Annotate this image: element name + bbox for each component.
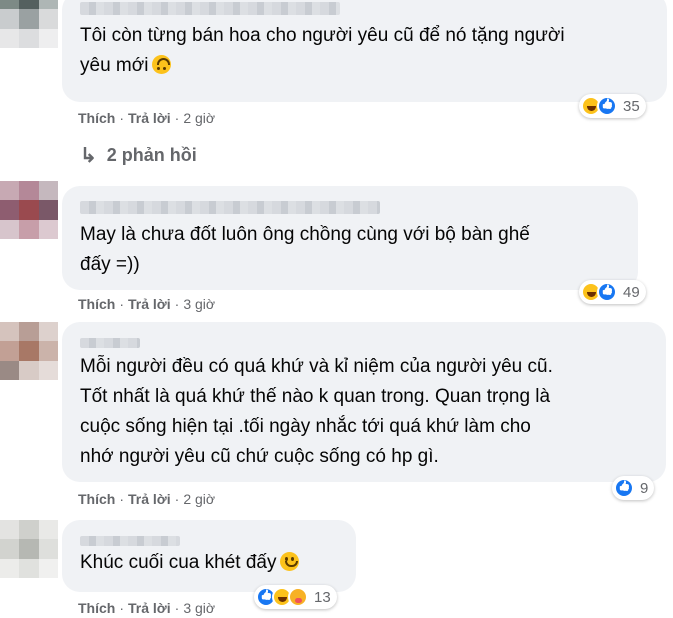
reply-link[interactable]: Trả lời <box>128 600 171 616</box>
comment-bubble: Khúc cuối cua khét đấy <box>62 520 356 592</box>
avatar[interactable] <box>0 181 58 239</box>
reaction-summary[interactable]: 35 <box>579 94 646 118</box>
comment-time[interactable]: 3 giờ <box>183 600 215 616</box>
comment-time[interactable]: 2 giờ <box>183 110 215 126</box>
reply-link[interactable]: Trả lời <box>128 110 171 126</box>
care-reaction-icon <box>288 587 308 607</box>
comment-actions: Thích · Trả lời · 2 giờ <box>78 110 216 126</box>
commenter-name-blurred[interactable] <box>80 536 180 546</box>
upside-down-face-icon <box>152 55 172 74</box>
comment-text: May là chưa đốt luôn ông chồng cùng với … <box>80 224 530 275</box>
smiling-face-icon <box>280 552 300 571</box>
comment-bubble: Tôi còn từng bán hoa cho người yêu cũ để… <box>62 0 667 102</box>
comment-time[interactable]: 2 giờ <box>183 491 215 507</box>
reaction-summary[interactable]: 13 <box>254 585 337 609</box>
comment-actions: Thích · Trả lời · 3 giờ <box>78 600 216 616</box>
comment-actions: Thích · Trả lời · 2 giờ <box>78 491 216 507</box>
like-link[interactable]: Thích <box>78 110 115 126</box>
commenter-name-blurred[interactable] <box>80 201 380 214</box>
reaction-count: 13 <box>314 588 331 606</box>
like-reaction-icon <box>614 478 634 498</box>
view-replies-link[interactable]: ↳ 2 phản hồi <box>80 143 197 168</box>
reply-link[interactable]: Trả lời <box>128 296 171 312</box>
comment-text: Tôi còn từng bán hoa cho người yêu cũ để… <box>80 25 565 76</box>
reaction-count: 35 <box>623 97 640 115</box>
reaction-summary[interactable]: 49 <box>579 280 646 304</box>
commenter-name-blurred[interactable] <box>80 338 140 348</box>
comment-bubble: May là chưa đốt luôn ông chồng cùng với … <box>62 186 638 290</box>
like-link[interactable]: Thích <box>78 600 115 616</box>
commenter-name-blurred[interactable] <box>80 2 340 15</box>
avatar[interactable] <box>0 520 58 578</box>
comment-text: Khúc cuối cua khét đấy <box>80 548 340 578</box>
avatar[interactable] <box>0 0 58 48</box>
comment-actions: Thích · Trả lời · 3 giờ <box>78 296 216 312</box>
like-link[interactable]: Thích <box>78 296 115 312</box>
reply-link[interactable]: Trả lời <box>128 491 171 507</box>
like-link[interactable]: Thích <box>78 491 115 507</box>
like-reaction-icon <box>597 96 617 116</box>
reaction-count: 9 <box>640 479 649 497</box>
comment-time[interactable]: 3 giờ <box>183 296 215 312</box>
comment-text: Mỗi người đều có quá khứ và kỉ niệm của … <box>80 356 553 467</box>
like-reaction-icon <box>597 282 617 302</box>
reply-arrow-icon: ↳ <box>80 145 97 167</box>
avatar[interactable] <box>0 322 58 380</box>
comment-bubble: Mỗi người đều có quá khứ và kỉ niệm của … <box>62 322 666 482</box>
reaction-count: 49 <box>623 283 640 301</box>
reaction-summary[interactable]: 9 <box>612 476 655 500</box>
